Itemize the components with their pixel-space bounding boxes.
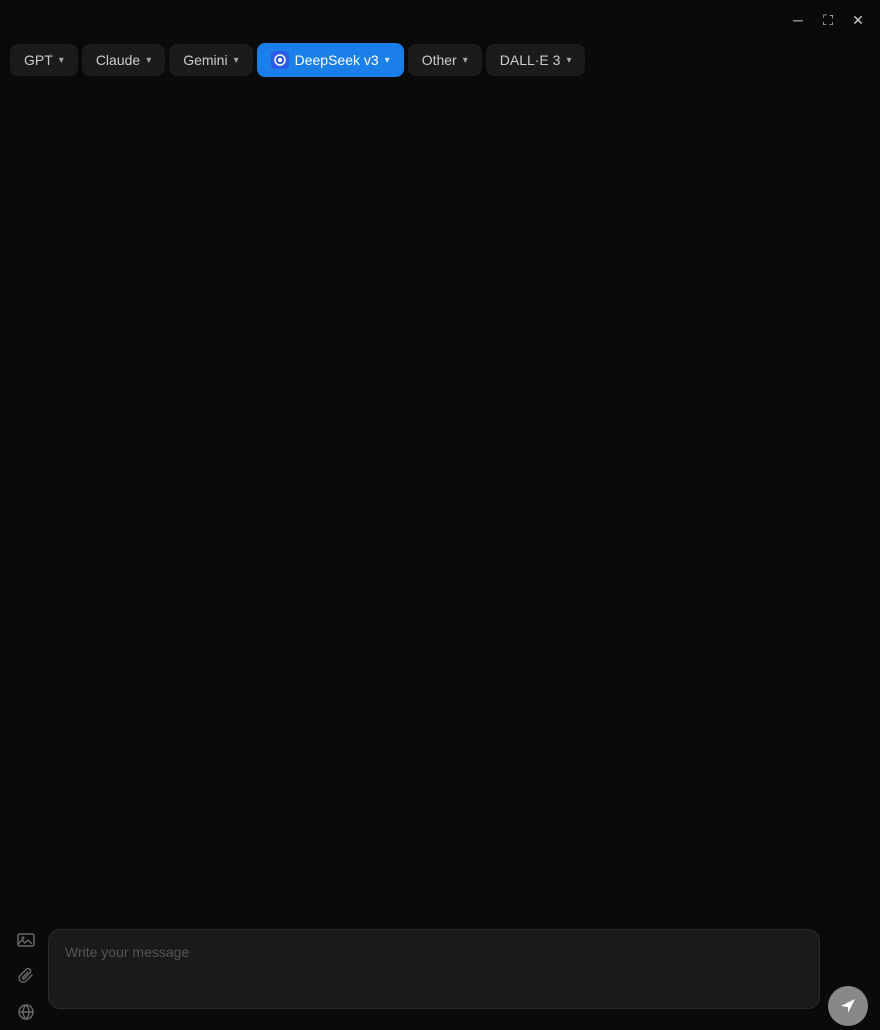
gemini-chevron-icon: ▾ (234, 55, 239, 66)
tab-claude[interactable]: Claude ▾ (82, 44, 165, 76)
dalle3-chevron-icon: ▾ (566, 55, 571, 66)
chat-area (0, 95, 880, 900)
gpt-label: GPT (24, 52, 53, 68)
tab-gemini[interactable]: Gemini ▾ (169, 44, 252, 76)
message-input[interactable] (48, 929, 820, 1009)
tab-bar: GPT ▾ Claude ▾ Gemini ▾ DeepSeek v3 ▾ Ot… (0, 35, 880, 85)
claude-label: Claude (96, 52, 140, 68)
tab-other[interactable]: Other ▾ (408, 44, 482, 76)
attach-button[interactable] (12, 962, 40, 990)
gemini-label: Gemini (183, 52, 227, 68)
send-button[interactable] (828, 986, 868, 1026)
tab-deepseek[interactable]: DeepSeek v3 ▾ (257, 43, 404, 77)
dalle3-label: DALL·E 3 (500, 52, 561, 68)
gpt-chevron-icon: ▾ (59, 55, 64, 66)
deepseek-chevron-icon: ▾ (385, 55, 390, 66)
input-area (0, 900, 880, 1000)
input-row (12, 908, 868, 1030)
image-button[interactable] (12, 926, 40, 954)
other-label: Other (422, 52, 457, 68)
claude-chevron-icon: ▾ (146, 55, 151, 66)
tab-gpt[interactable]: GPT ▾ (10, 44, 78, 76)
deepseek-label: DeepSeek v3 (295, 52, 379, 68)
deepseek-icon (271, 51, 289, 69)
other-chevron-icon: ▾ (463, 55, 468, 66)
maximize-button[interactable]: ⛶ (814, 6, 842, 34)
input-icons (12, 922, 40, 1030)
close-button[interactable]: ✕ (844, 6, 872, 34)
title-bar: ─ ⛶ ✕ (776, 0, 880, 40)
tab-dalle3[interactable]: DALL·E 3 ▾ (486, 44, 586, 76)
globe-button[interactable] (12, 998, 40, 1026)
minimize-button[interactable]: ─ (784, 6, 812, 34)
